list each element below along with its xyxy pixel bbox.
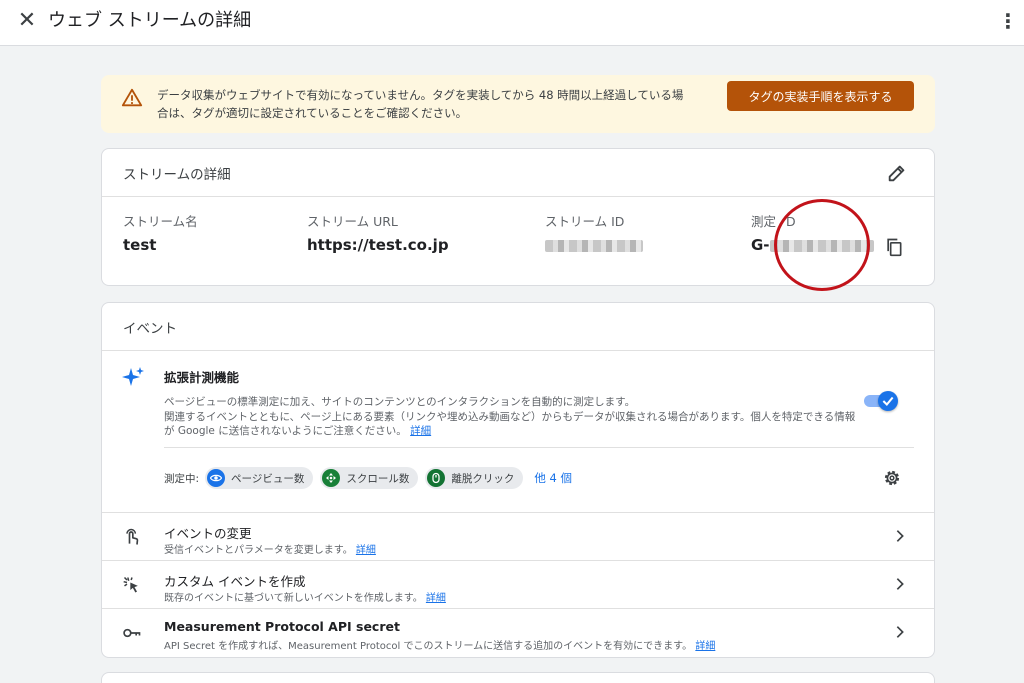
stream-url-field: ストリーム URL https://test.co.jp	[307, 211, 449, 254]
row-details-link[interactable]: 詳細	[695, 641, 715, 652]
pencil-icon[interactable]	[886, 162, 908, 184]
enhanced-measurement-description: ページビューの標準測定に加え、サイトのコンテンツとのインタラクションを自動的に測…	[164, 395, 864, 439]
next-card-partial	[101, 672, 935, 683]
enhanced-desc-line-3: が Google に送信されないようにご注意ください。 詳細	[164, 424, 864, 439]
stream-url-value: https://test.co.jp	[307, 236, 449, 254]
chevron-right-icon	[896, 578, 904, 590]
measurement-protocol-row[interactable]: Measurement Protocol API secret API Secr…	[102, 609, 934, 657]
key-icon	[123, 628, 141, 638]
measurement-id-prefix: G-	[751, 236, 770, 254]
chip-label: スクロール数	[346, 472, 410, 485]
row-subtitle: 既存のイベントに基づいて新しいイベントを作成します。 詳細	[164, 589, 446, 604]
touch-icon	[126, 528, 139, 545]
stream-name-value: test	[123, 236, 157, 254]
sparkle-icon	[122, 367, 144, 386]
row-subtitle-text: 既存のイベントに基づいて新しいイベントを作成します。	[164, 593, 423, 604]
measurement-id-label-part-a: 測定	[751, 214, 777, 229]
measuring-events: 測定中: ページビュー数 スクロール数 離脱クリック 他 4 個	[164, 467, 572, 489]
warning-line-2: 合は、タグが適切に設定されていることをご確認ください。	[157, 106, 468, 120]
row-subtitle-text: API Secret を作成すれば、Measurement Protocol で…	[164, 641, 693, 652]
events-title: イベント	[123, 321, 177, 337]
data-collection-warning: データ収集がウェブサイトで有効になっていません。タグを実装してから 48 時間以…	[101, 75, 935, 133]
row-subtitle-text: 受信イベントとパラメータを変更します。	[164, 545, 353, 556]
click-icon	[123, 576, 138, 593]
enhanced-measurement-title: 拡張計測機能	[164, 370, 240, 385]
check-icon	[882, 396, 894, 407]
chip-page-views[interactable]: ページビュー数	[205, 467, 314, 489]
top-bar: ✕ ウェブ ストリームの詳細 ⋮	[0, 0, 1024, 46]
eye-icon	[207, 469, 226, 487]
page-title: ウェブ ストリームの詳細	[48, 10, 252, 31]
enhanced-details-link[interactable]: 詳細	[410, 425, 431, 437]
mouse-icon	[427, 469, 446, 487]
more-events-link[interactable]: 他 4 個	[534, 470, 572, 486]
enhanced-desc-line-2: 関連するイベントとともに、ページ上にある要素（リンクや埋め込み動画など）からもデ…	[164, 410, 856, 423]
row-subtitle: 受信イベントとパラメータを変更します。 詳細	[164, 541, 376, 556]
row-details-link[interactable]: 詳細	[356, 545, 376, 556]
enhanced-desc-line-3-text: が Google に送信されないようにご注意ください。	[164, 425, 407, 437]
chevron-right-icon	[896, 626, 904, 638]
row-subtitle: API Secret を作成すれば、Measurement Protocol で…	[164, 637, 715, 652]
chevron-right-icon	[896, 530, 904, 542]
stream-id-value-redacted	[545, 236, 643, 254]
chip-scrolls[interactable]: スクロール数	[320, 467, 419, 489]
enhanced-measurement-section: 拡張計測機能 ページビューの標準測定に加え、サイトのコンテンツとのインタラクショ…	[102, 351, 934, 513]
gear-icon[interactable]	[882, 468, 902, 488]
row-title: Measurement Protocol API secret	[164, 619, 400, 634]
divider	[164, 447, 914, 448]
toggle-knob	[878, 391, 898, 411]
warning-message: データ収集がウェブサイトで有効になっていません。タグを実装してから 48 時間以…	[157, 86, 717, 122]
crosshair-icon	[322, 469, 341, 487]
stream-details-card: ストリームの詳細 ストリーム名 test ストリーム URL https://t…	[101, 148, 935, 291]
stream-name-label: ストリーム名	[123, 214, 198, 229]
close-icon[interactable]: ✕	[14, 8, 40, 34]
enhanced-desc-line-1: ページビューの標準測定に加え、サイトのコンテンツとのインタラクションを自動的に測…	[164, 396, 636, 408]
show-tag-instructions-button[interactable]: タグの実装手順を表示する	[727, 81, 914, 111]
warning-icon	[121, 88, 143, 107]
create-custom-event-row[interactable]: カスタム イベントを作成 既存のイベントに基づいて新しいイベントを作成します。 …	[102, 561, 934, 609]
modify-events-row[interactable]: イベントの変更 受信イベントとパラメータを変更します。 詳細	[102, 513, 934, 561]
stream-id-label: ストリーム ID	[545, 214, 625, 229]
more-vert-icon[interactable]: ⋮	[998, 8, 1018, 34]
chip-label: ページビュー数	[231, 472, 305, 485]
events-card: イベント 拡張計測機能 ページビューの標準測定に加え、サイトのコンテンツとのイン…	[101, 302, 935, 658]
row-title: カスタム イベントを作成	[164, 574, 306, 589]
stream-id-field: ストリーム ID	[545, 211, 643, 254]
stream-name-field: ストリーム名 test	[123, 211, 198, 254]
row-details-link[interactable]: 詳細	[426, 593, 446, 604]
enhanced-measurement-toggle[interactable]	[864, 391, 898, 411]
annotation-circle	[774, 199, 870, 291]
warning-line-1: データ収集がウェブサイトで有効になっていません。タグを実装してから 48 時間以…	[157, 88, 684, 102]
row-title: イベントの変更	[164, 526, 252, 541]
stream-url-label: ストリーム URL	[307, 214, 398, 229]
chip-outbound-clicks[interactable]: 離脱クリック	[425, 467, 524, 489]
stream-details-header: ストリームの詳細	[102, 149, 934, 197]
copy-icon[interactable]	[884, 237, 904, 257]
stream-details-title: ストリームの詳細	[123, 167, 231, 183]
measuring-label: 測定中:	[164, 472, 200, 485]
events-header: イベント	[102, 303, 934, 351]
chip-label: 離脱クリック	[451, 472, 515, 485]
